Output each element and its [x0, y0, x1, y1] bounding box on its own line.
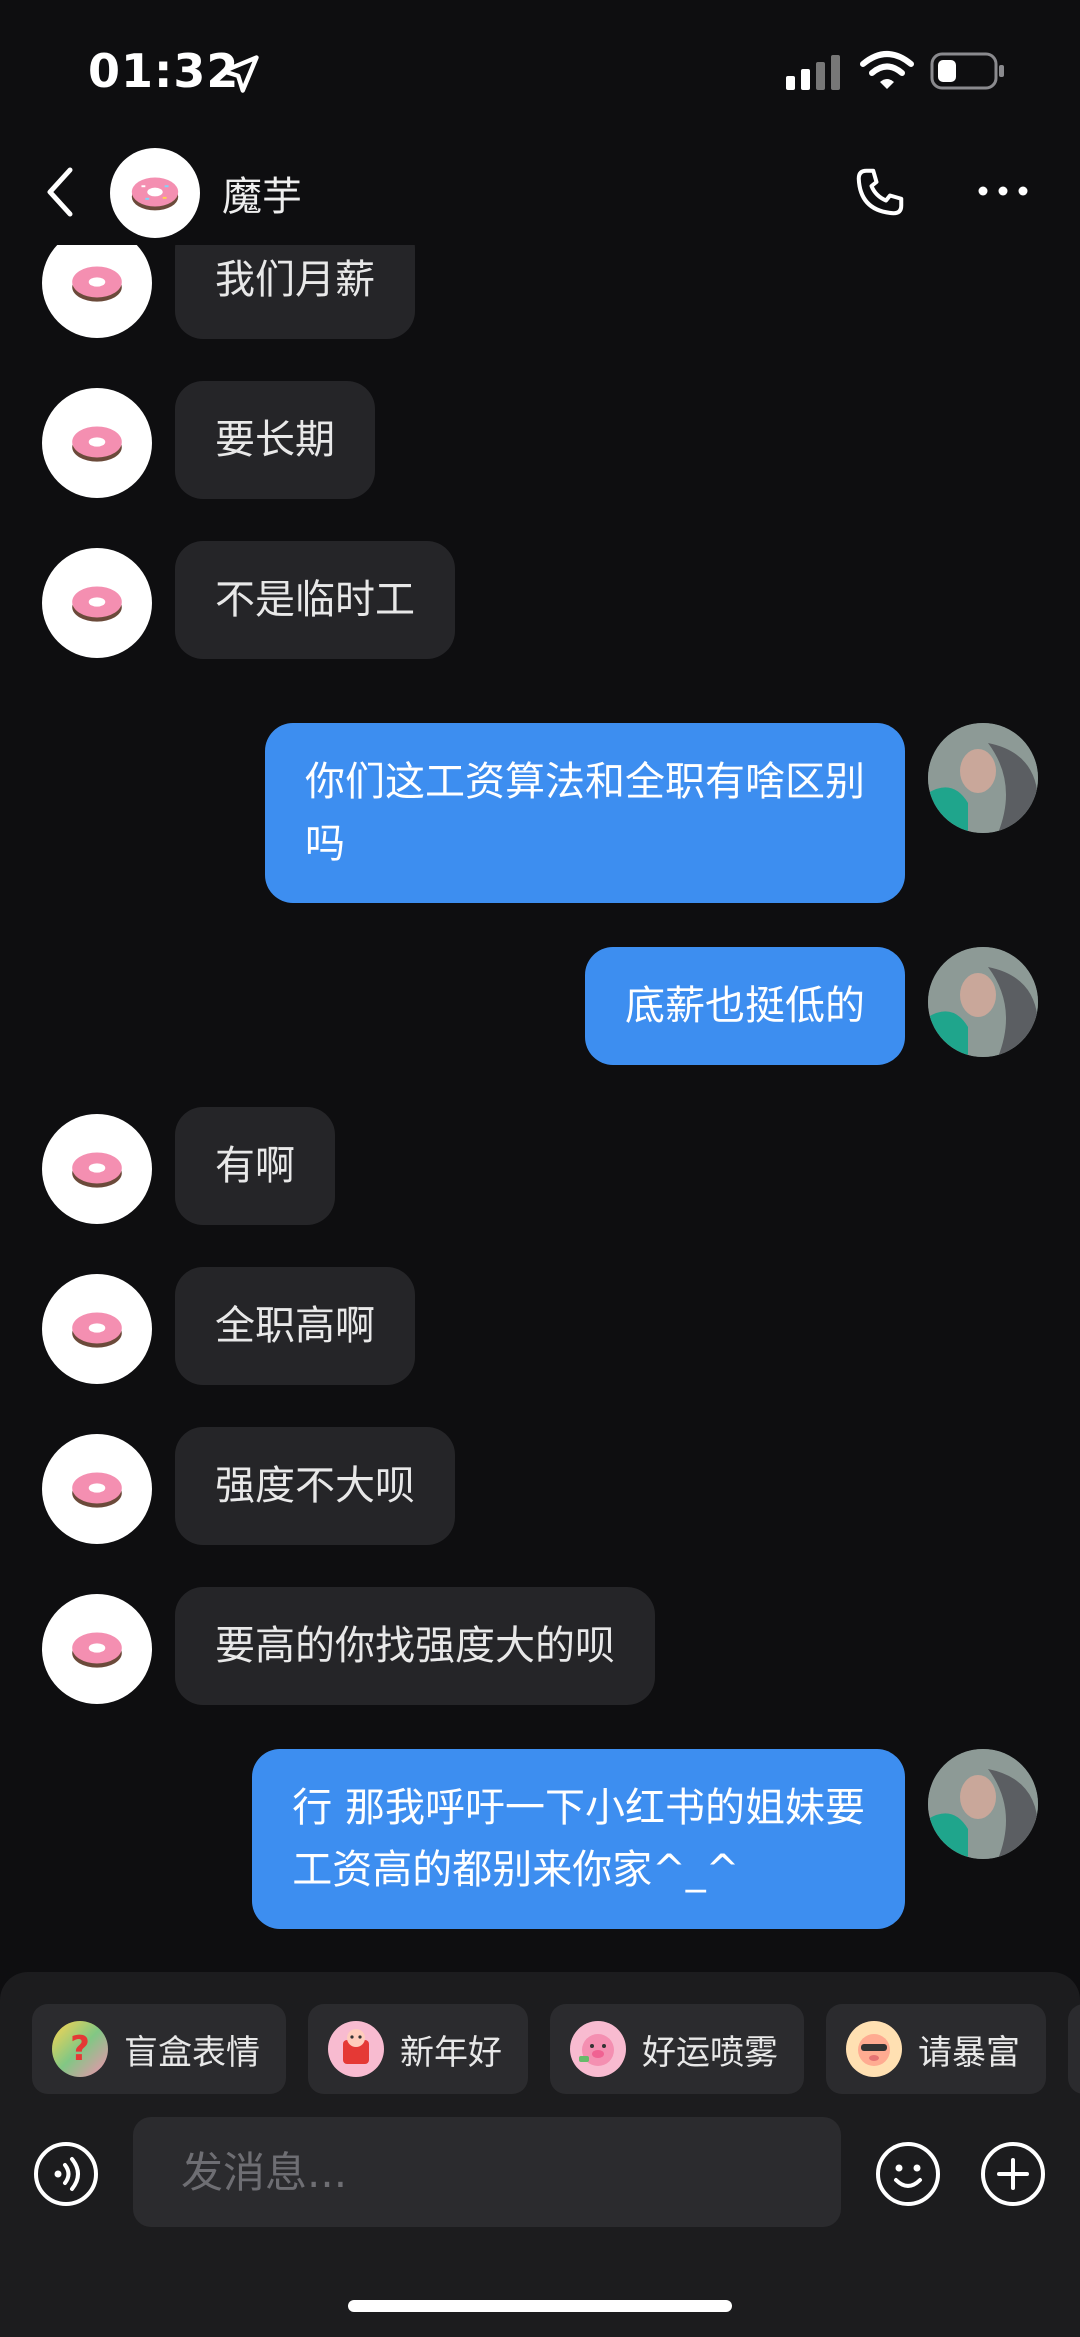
donut-icon [72, 1632, 122, 1668]
phone-call-icon[interactable] [850, 162, 910, 222]
battery-icon [930, 52, 1004, 90]
cellular-signal-icon [786, 55, 840, 90]
incoming-message-bubble[interactable]: 要长期 [175, 381, 375, 499]
new-year-sticker-icon [328, 2021, 384, 2077]
contact-avatar-small[interactable] [42, 1114, 152, 1224]
my-avatar[interactable] [928, 947, 1038, 1057]
chat-header: 魔芋 [0, 140, 1080, 245]
contact-avatar-small[interactable] [42, 245, 152, 338]
voice-input-icon[interactable] [32, 2140, 100, 2208]
more-options-icon[interactable] [975, 176, 1031, 206]
mystery-box-sticker-icon: ? [52, 2021, 108, 2077]
incoming-message-bubble[interactable]: 不是临时工 [175, 541, 455, 659]
profile-photo-icon [928, 723, 1038, 833]
contact-avatar-small[interactable] [42, 388, 152, 498]
contact-avatar[interactable] [110, 148, 200, 238]
incoming-message-bubble[interactable]: 有啊 [175, 1107, 335, 1225]
profile-photo-icon [928, 947, 1038, 1057]
outgoing-message-bubble[interactable]: 行 那我呼吁一下小红书的姐妹要 工资高的都别来你家^_^ [252, 1749, 905, 1929]
profile-photo-icon [928, 1749, 1038, 1859]
message-input-box[interactable] [133, 2117, 841, 2227]
sticker-chip-new-year[interactable]: 新年好 [308, 2004, 528, 2094]
donut-icon [72, 586, 122, 622]
donut-icon [72, 266, 122, 302]
status-time: 01:32 [88, 44, 240, 98]
donut-icon [72, 1472, 122, 1508]
contact-avatar-small[interactable] [42, 1434, 152, 1544]
donut-icon [72, 426, 122, 462]
home-indicator[interactable] [348, 2300, 732, 2312]
my-avatar[interactable] [928, 723, 1038, 833]
sticker-suggestions: ? 盲盒表情 新年好 好运喷雾 请暴富 [32, 2004, 1080, 2094]
add-attachment-icon[interactable] [979, 2140, 1047, 2208]
composer-panel: ? 盲盒表情 新年好 好运喷雾 请暴富 [0, 1972, 1080, 2337]
message-input[interactable] [133, 2117, 841, 2227]
incoming-message-bubble[interactable]: 全职高啊 [175, 1267, 415, 1385]
outgoing-message-bubble[interactable]: 底薪也挺低的 [585, 947, 905, 1065]
incoming-message-bubble[interactable]: 强度不大呗 [175, 1427, 455, 1545]
sticker-chip-lucky-spray[interactable]: 好运喷雾 [550, 2004, 804, 2094]
incoming-message-bubble[interactable]: 我们月薪 [175, 245, 415, 339]
donut-icon [131, 177, 179, 211]
back-chevron-icon[interactable] [40, 162, 80, 222]
message-list[interactable]: 我们月薪 要长期 不是临时工 你们这工资算法和全职有啥区别 吗 底薪也挺低的 有… [0, 245, 1080, 1975]
outgoing-message-bubble[interactable]: 你们这工资算法和全职有啥区别 吗 [265, 723, 905, 903]
chat-screen: 01:32 魔芋 我们月薪 要长期 不是临时工 你们这工资算法和全职有啥区别 吗… [0, 0, 1080, 2337]
sticker-chip-mystery-box[interactable]: ? 盲盒表情 [32, 2004, 286, 2094]
incoming-message-bubble[interactable]: 要高的你找强度大的呗 [175, 1587, 655, 1705]
status-bar: 01:32 [0, 0, 1080, 140]
contact-avatar-small[interactable] [42, 1274, 152, 1384]
location-arrow-icon [221, 55, 259, 93]
donut-icon [72, 1152, 122, 1188]
wifi-icon [860, 51, 914, 89]
sticker-chip-overflow[interactable] [1068, 2004, 1080, 2094]
my-avatar[interactable] [928, 1749, 1038, 1859]
lucky-spray-sticker-icon [570, 2021, 626, 2077]
contact-name: 魔芋 [222, 174, 302, 220]
emoji-icon[interactable] [874, 2140, 942, 2208]
get-rich-sticker-icon [846, 2021, 902, 2077]
sticker-chip-get-rich[interactable]: 请暴富 [826, 2004, 1046, 2094]
donut-icon [72, 1312, 122, 1348]
contact-avatar-small[interactable] [42, 1594, 152, 1704]
contact-avatar-small[interactable] [42, 548, 152, 658]
